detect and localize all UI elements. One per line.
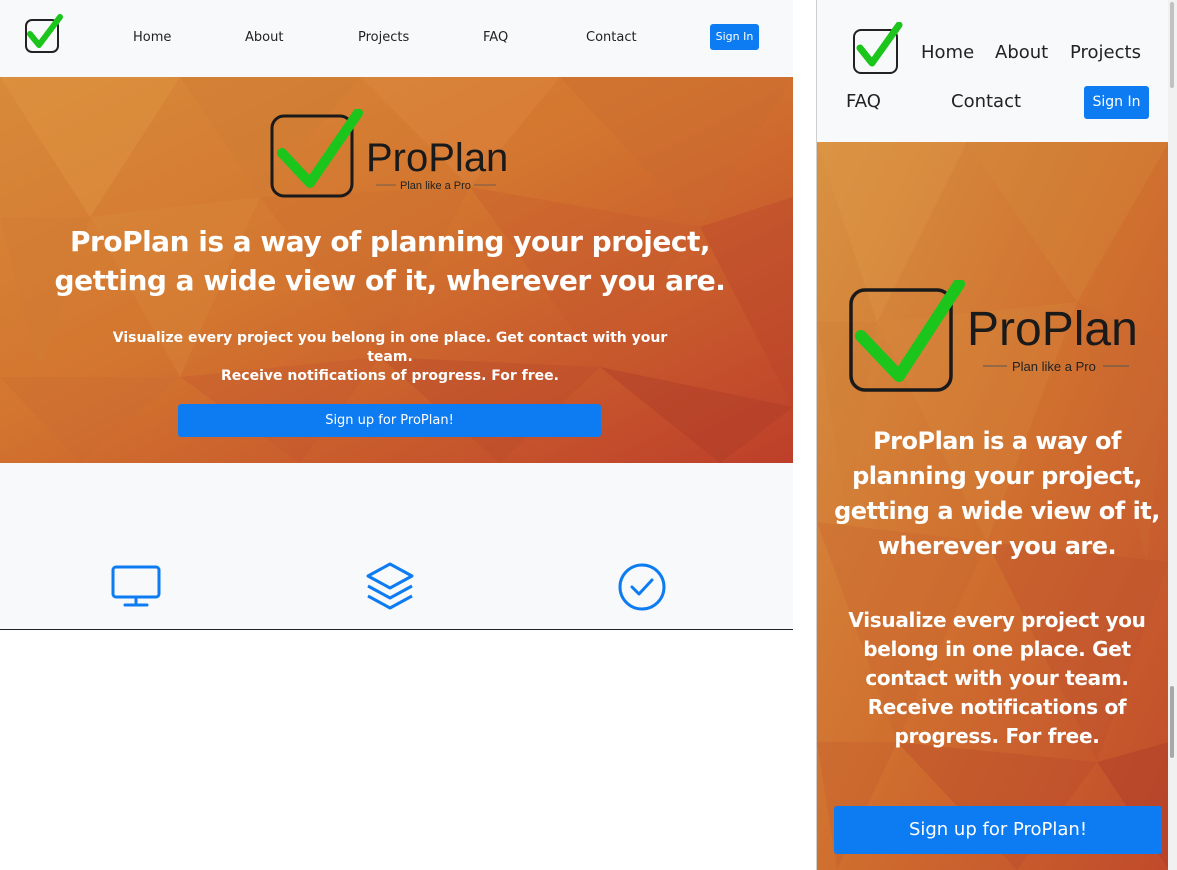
mobile-hero-subtext: Visualize every project you belong in on… bbox=[848, 608, 1146, 748]
mobile-logo-tagline: Plan like a Pro bbox=[1012, 359, 1096, 374]
hero-subtext-line-1: Visualize every project you belong in on… bbox=[112, 330, 668, 365]
signup-cta-button[interactable]: Sign up for ProPlan! bbox=[178, 404, 601, 437]
mobile-nav-link-contact[interactable]: Contact bbox=[951, 91, 1021, 112]
mobile-hero-headline: ProPlan is a way of planning your projec… bbox=[834, 427, 1160, 560]
monitor-icon bbox=[111, 565, 161, 607]
hero-section: ProPlan Plan like a Pro ProPlan is a way… bbox=[0, 77, 793, 463]
mobile-nav-link-about[interactable]: About bbox=[995, 42, 1048, 63]
nav-link-home[interactable]: Home bbox=[133, 30, 171, 45]
hero-subtext-line-2: Receive notifications of progress. For f… bbox=[221, 368, 559, 384]
check-logo-icon[interactable] bbox=[24, 14, 64, 54]
check-circle-icon bbox=[618, 563, 666, 611]
scrollbar-thumb-top[interactable] bbox=[1170, 2, 1174, 88]
nav-link-faq[interactable]: FAQ bbox=[483, 30, 508, 45]
hero-headline-line-2: getting a wide view of it, wherever you … bbox=[54, 264, 726, 297]
mobile-signup-cta-button[interactable]: Sign up for ProPlan! bbox=[834, 806, 1162, 854]
mobile-nav-link-projects[interactable]: Projects bbox=[1070, 42, 1141, 63]
desktop-view: Home About Projects FAQ Contact Sign In bbox=[0, 0, 793, 630]
mobile-proplan-logo: ProPlan Plan like a Pro bbox=[849, 280, 1138, 392]
hero-headline: ProPlan is a way of planning your projec… bbox=[40, 222, 740, 300]
layers-icon bbox=[366, 562, 414, 610]
mobile-sign-in-button[interactable]: Sign In bbox=[1084, 86, 1149, 119]
mobile-scrollbar[interactable] bbox=[1168, 0, 1177, 870]
navbar: Home About Projects FAQ Contact Sign In bbox=[0, 0, 793, 77]
mobile-hero-section: ProPlan Plan like a Pro ProPlan is a way… bbox=[817, 142, 1169, 870]
mobile-check-logo-icon[interactable] bbox=[852, 22, 904, 74]
mobile-nav-link-faq[interactable]: FAQ bbox=[846, 91, 881, 112]
mobile-view: Home About Projects FAQ Contact Sign In bbox=[816, 0, 1177, 870]
hero-subtext: Visualize every project you belong in on… bbox=[90, 329, 690, 386]
nav-link-about[interactable]: About bbox=[245, 30, 283, 45]
mobile-logo-brand-name: ProPlan bbox=[967, 303, 1138, 356]
logo-tagline: Plan like a Pro bbox=[400, 180, 471, 192]
hero-headline-line-1: ProPlan is a way of planning your projec… bbox=[70, 225, 710, 258]
scrollbar-thumb[interactable] bbox=[1170, 686, 1174, 758]
proplan-logo: ProPlan Plan like a Pro bbox=[270, 109, 508, 198]
nav-link-contact[interactable]: Contact bbox=[586, 30, 637, 45]
nav-link-projects[interactable]: Projects bbox=[358, 30, 409, 45]
screenshot-stage: Home About Projects FAQ Contact Sign In bbox=[0, 0, 1177, 870]
logo-brand-name: ProPlan bbox=[366, 136, 508, 180]
sign-in-button[interactable]: Sign In bbox=[710, 24, 759, 50]
mobile-navbar: Home About Projects FAQ Contact Sign In bbox=[817, 0, 1169, 142]
mobile-nav-link-home[interactable]: Home bbox=[921, 42, 974, 63]
